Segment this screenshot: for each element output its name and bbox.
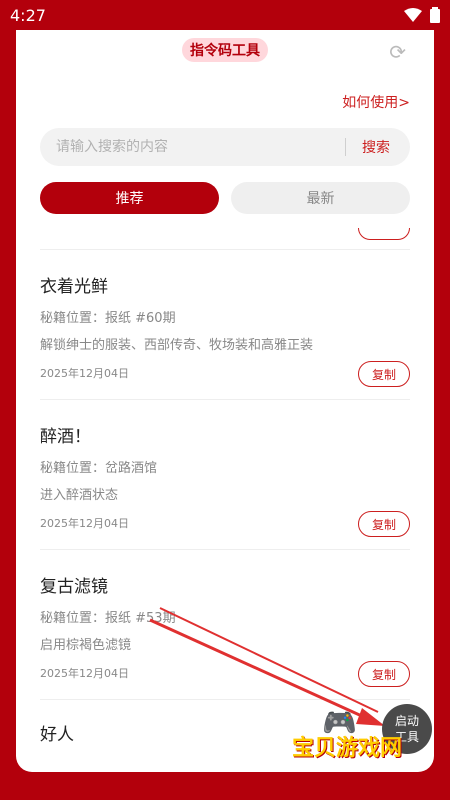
copy-button-partial[interactable] [358,228,410,240]
app-title: 指令码工具 [182,38,268,62]
status-time: 4:27 [10,5,46,25]
watermark: 宝贝游戏网 baobeiy.com [272,730,422,773]
header: 指令码工具 ⟳ [16,30,434,70]
search-input[interactable] [40,139,345,155]
copy-button[interactable]: 复制 [358,661,410,687]
status-icons [404,7,440,23]
wifi-icon [404,8,422,22]
tab-bar: 推荐 最新 [40,182,410,214]
copy-button[interactable]: 复制 [358,361,410,387]
list-item: 衣着光鲜 秘籍位置：报纸 #60期 解锁绅士的服装、西部传奇、牧场装和高雅正装 … [40,250,410,400]
item-title: 衣着光鲜 [40,277,108,297]
main-card: 指令码工具 ⟳ 如何使用> 搜索 推荐 最新 衣着光鲜 秘籍位置：报纸 #60期… [16,30,434,772]
search-button[interactable]: 搜索 [346,137,410,157]
list-item: 醉酒！ 秘籍位置：岔路酒馆 进入醉酒状态 2025年12月04日 复制 [40,400,410,550]
list-item-partial-top [40,228,410,250]
item-location: 秘籍位置：报纸 #53期 [40,611,176,626]
item-date: 2025年12月04日 [40,517,129,530]
tab-recommended[interactable]: 推荐 [40,182,219,214]
item-description: 进入醉酒状态 [40,488,119,503]
item-description: 启用棕褐色滤镜 [40,638,132,653]
item-title: 醉酒！ [40,427,91,447]
watermark-text: 宝贝游戏网 [291,736,402,761]
item-date: 2025年12月04日 [40,667,129,680]
tab-latest[interactable]: 最新 [231,182,410,214]
status-bar: 4:27 [0,0,450,30]
item-location: 秘籍位置：报纸 #60期 [40,311,176,326]
search-bar: 搜索 [40,128,410,166]
battery-icon [430,7,440,23]
item-description: 解锁绅士的服装、西部传奇、牧场装和高雅正装 [40,338,314,353]
cheat-list: 衣着光鲜 秘籍位置：报纸 #60期 解锁绅士的服装、西部传奇、牧场装和高雅正装 … [16,228,434,772]
list-item: 复古滤镜 秘籍位置：报纸 #53期 启用棕褐色滤镜 2025年12月04日 复制 [40,550,410,700]
item-title: 复古滤镜 [40,577,108,597]
item-date: 2025年12月04日 [40,367,129,380]
launch-label-line1: 启动 [394,714,419,728]
item-location: 秘籍位置：岔路酒馆 [40,461,158,476]
how-to-use-link[interactable]: 如何使用> [342,92,410,112]
copy-button[interactable]: 复制 [358,511,410,537]
refresh-icon[interactable]: ⟳ [389,40,406,64]
